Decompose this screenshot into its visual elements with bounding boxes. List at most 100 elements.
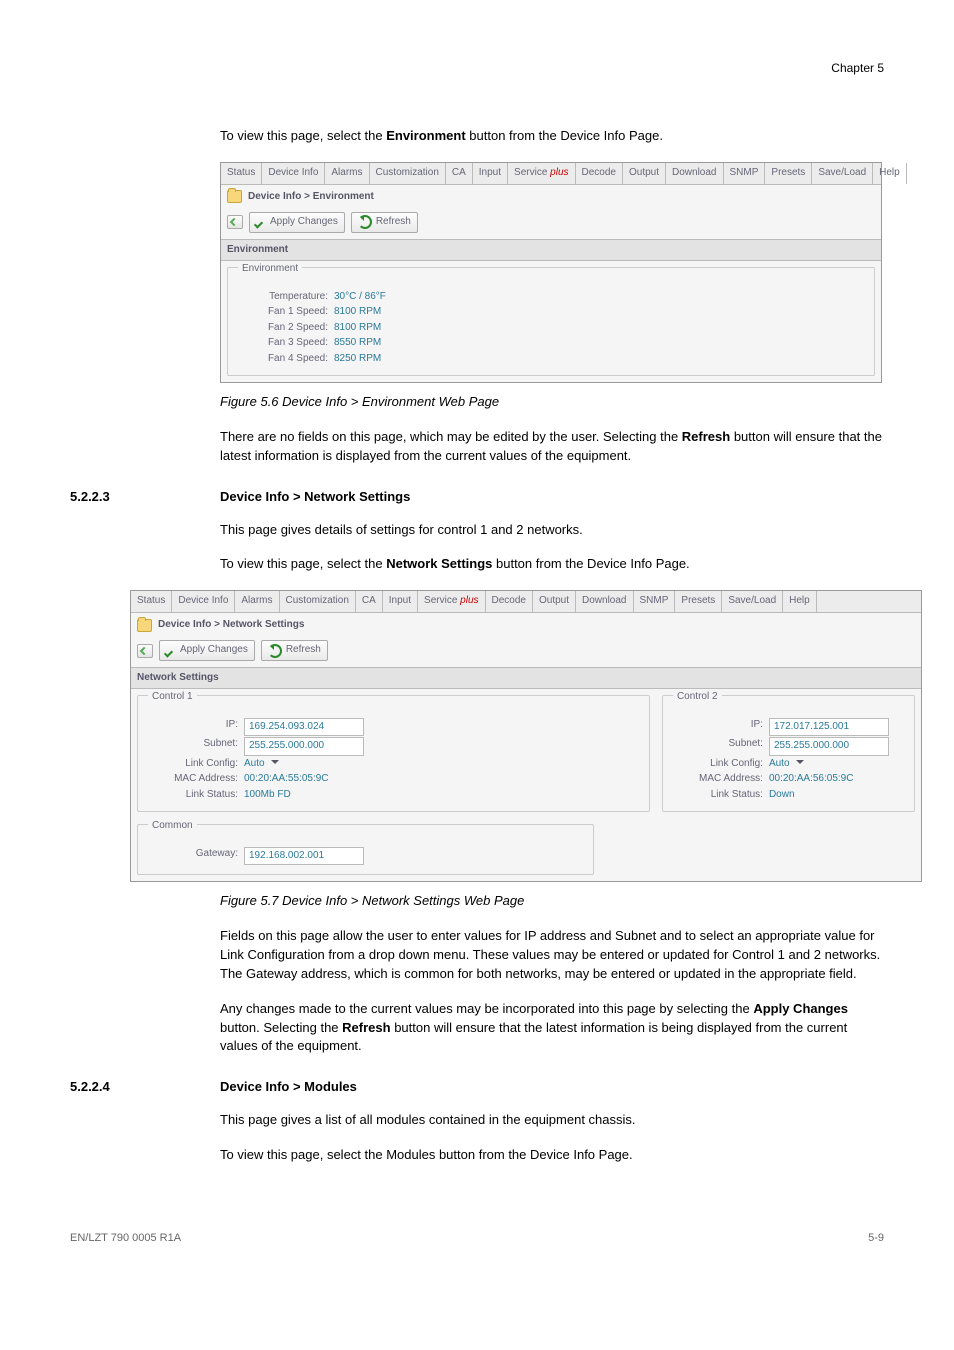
apply-changes-button[interactable]: Apply Changes [249,212,345,233]
p2c: button from the Device Info Page. [492,556,689,571]
c1-linkconfig-value: Auto [244,757,265,772]
row-temperature: Temperature:30°C / 86°F [238,290,864,305]
apply-changes-button-2[interactable]: Apply Changes [159,640,255,661]
figure-5-7-caption: Figure 5.7 Device Info > Network Setting… [220,892,884,911]
label-temperature: Temperature: [238,290,334,305]
refresh-icon [358,215,372,229]
breadcrumb-bar-2: Device Info > Network Settings [131,613,921,638]
tab2-output[interactable]: Output [533,591,576,612]
tab2-decode[interactable]: Decode [486,591,533,612]
p56b: Refresh [682,429,730,444]
tab-row: Status Device Info Alarms Customization … [221,163,881,185]
row-fan4: Fan 4 Speed:8250 RPM [238,352,864,367]
c1-ip-input[interactable]: 169.254.093.024 [244,718,364,737]
row-fan3: Fan 3 Speed:8550 RPM [238,336,864,351]
tab2-device-info[interactable]: Device Info [172,591,235,612]
sec5223-p2: To view this page, select the Network Se… [220,555,884,574]
back-icon-2[interactable] [137,644,153,658]
c2-linkconfig-value: Auto [769,757,790,772]
p57bb: Apply Changes [753,1001,848,1016]
footer-right: 5-9 [868,1231,884,1247]
tab-device-info[interactable]: Device Info [262,163,325,184]
intro-part2: button from the Device Info Page. [466,128,663,143]
tab2-help[interactable]: Help [783,591,817,612]
label-fan1: Fan 1 Speed: [238,305,334,320]
tab-alarms[interactable]: Alarms [325,163,369,184]
refresh-button[interactable]: Refresh [351,212,418,233]
breadcrumb-text-2: Device Info > Network Settings [158,618,304,633]
tab-decode[interactable]: Decode [576,163,623,184]
tab-save-load[interactable]: Save/Load [812,163,873,184]
tab2-service-plus[interactable]: Service plus [418,591,485,612]
gateway-label: Gateway: [148,847,244,866]
c2-linkconfig-select[interactable]: Auto [769,757,804,772]
gateway-input[interactable]: 192.168.002.001 [244,847,364,866]
chevron-down-icon-2 [796,760,804,768]
tab2-customization[interactable]: Customization [280,591,356,612]
sec5224-p2: To view this page, select the Modules bu… [220,1146,884,1165]
c1-linkstatus-value: 100Mb FD [244,788,291,803]
c2-linkstatus-value: Down [769,788,795,803]
c2-mac-label: MAC Address: [673,772,769,787]
tab-customization[interactable]: Customization [370,163,446,184]
tab2-snmp[interactable]: SNMP [634,591,676,612]
refresh-button-2[interactable]: Refresh [261,640,328,661]
fieldset-control1: Control 1 IP:169.254.093.024 Subnet:255.… [137,695,650,812]
section-5223-title: Device Info > Network Settings [220,488,410,507]
value-temperature: 30°C / 86°F [334,290,386,305]
c1-linkconfig-label: Link Config: [148,757,244,772]
fieldset-common: Common Gateway:192.168.002.001 [137,824,594,875]
tab2-download[interactable]: Download [576,591,633,612]
tab-help[interactable]: Help [873,163,907,184]
p56a: There are no fields on this page, which … [220,429,682,444]
tab-row-2: Status Device Info Alarms Customization … [131,591,921,613]
p57bd: Refresh [342,1020,390,1035]
para-after-57b: Any changes made to the current values m… [220,1000,884,1057]
tab-ca[interactable]: CA [446,163,473,184]
c1-linkstatus-label: Link Status: [148,788,244,803]
folder-icon-2 [137,619,152,632]
tab-output[interactable]: Output [623,163,666,184]
back-icon[interactable] [227,215,243,229]
c1-mac-value: 00:20:AA:55:05:9C [244,772,329,787]
para-after-56: There are no fields on this page, which … [220,428,884,466]
row-fan1: Fan 1 Speed:8100 RPM [238,305,864,320]
tab-input[interactable]: Input [473,163,508,184]
intro-paragraph: To view this page, select the Environmen… [220,127,884,146]
sec5224-p1: This page gives a list of all modules co… [220,1111,884,1130]
tab-status[interactable]: Status [221,163,262,184]
p57bc: button. Selecting the [220,1020,342,1035]
legend-control1: Control 1 [148,690,197,705]
apply-changes-label: Apply Changes [270,215,338,230]
tab-presets[interactable]: Presets [765,163,812,184]
tab-plus-text: plus [550,167,568,178]
legend-common: Common [148,819,197,834]
toolbar-2: Apply Changes Refresh [131,637,921,667]
tab2-ca[interactable]: CA [356,591,383,612]
control-columns: Control 1 IP:169.254.093.024 Subnet:255.… [131,689,921,818]
p57ba: Any changes made to the current values m… [220,1001,753,1016]
chevron-down-icon [271,760,279,768]
tab-snmp[interactable]: SNMP [724,163,766,184]
refresh-icon-2 [268,644,282,658]
check-icon [256,217,266,227]
c1-ip-label: IP: [148,718,244,737]
p2b: Network Settings [386,556,492,571]
tab2-input[interactable]: Input [383,591,418,612]
tab2-save-load[interactable]: Save/Load [722,591,783,612]
c2-mac-value: 00:20:AA:56:05:9C [769,772,854,787]
value-fan2: 8100 RPM [334,321,381,336]
tab2-status[interactable]: Status [131,591,172,612]
c2-ip-input[interactable]: 172.017.125.001 [769,718,889,737]
tab-service-plus[interactable]: Service plus [508,163,575,184]
c2-subnet-input[interactable]: 255.255.000.000 [769,737,889,756]
tab2-alarms[interactable]: Alarms [235,591,279,612]
c1-subnet-input[interactable]: 255.255.000.000 [244,737,364,756]
tab-download[interactable]: Download [666,163,723,184]
panel-header-environment: Environment [221,239,881,262]
c1-linkconfig-select[interactable]: Auto [244,757,279,772]
chapter-header: Chapter 5 [70,60,884,77]
c2-linkstatus-label: Link Status: [673,788,769,803]
page-footer: EN/LZT 790 0005 R1A 5-9 [0,1231,954,1277]
tab2-presets[interactable]: Presets [675,591,722,612]
